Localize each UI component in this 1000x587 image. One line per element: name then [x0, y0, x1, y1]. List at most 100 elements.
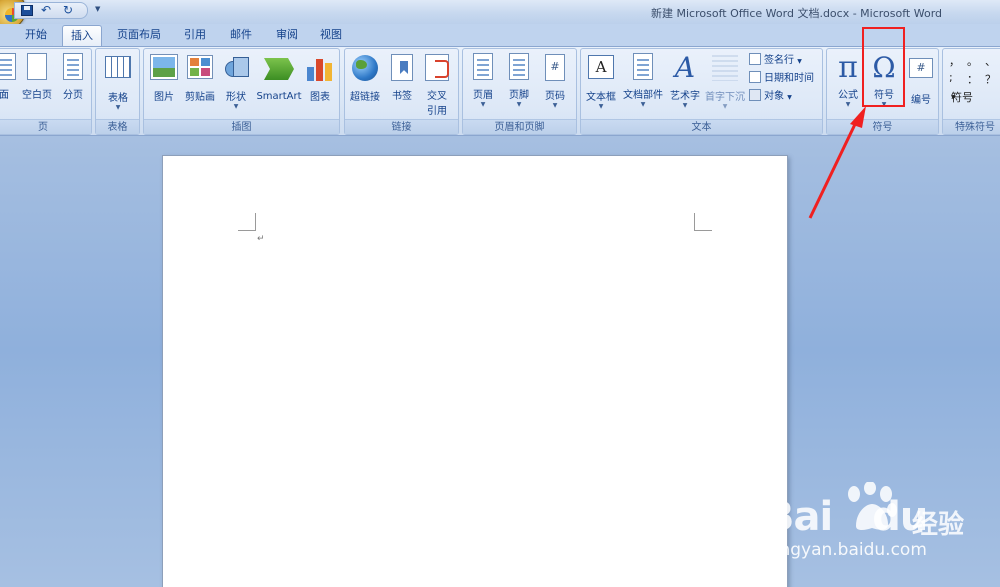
symbol-highlight-box — [862, 27, 905, 107]
group-label: 文本 — [581, 119, 822, 134]
window-title: 新建 Microsoft Office Word 文档.docx - Micro… — [651, 7, 942, 20]
ribbon-tab-row: 开始 插入 页面布局 引用 邮件 审阅 视图 — [0, 24, 1000, 46]
special-symbol-enum-comma[interactable]: 、 — [985, 53, 996, 69]
footer-button[interactable]: 页脚 ▼ — [499, 53, 539, 115]
header-icon — [473, 53, 493, 80]
hyperlink-button[interactable]: 超链接 — [345, 53, 385, 115]
quick-parts-button[interactable]: 文档部件 ▼ — [621, 53, 665, 115]
group-header-footer: 页眉 ▼ 页脚 ▼ # 页码 ▼ 页眉和页脚 — [462, 48, 577, 135]
dropdown-arrow-icon: ▼ — [516, 101, 522, 108]
bookmark-button[interactable]: 书签 — [382, 53, 422, 115]
drop-cap-icon — [712, 55, 738, 81]
cover-page-button[interactable]: 面 — [0, 53, 17, 115]
undo-icon[interactable]: ↶ — [41, 4, 53, 16]
document-page[interactable]: ↵ — [162, 155, 788, 587]
group-label: 特殊符号 — [943, 119, 1000, 134]
baidu-watermark: Bai du 经验 jingyan.baidu.com — [764, 480, 994, 570]
group-label: 页 — [0, 119, 91, 134]
cover-page-icon — [0, 53, 16, 80]
tab-references[interactable]: 引用 — [176, 25, 214, 46]
numbering-button[interactable]: # 编号 — [901, 53, 941, 115]
clipart-icon — [187, 55, 213, 79]
customize-qat-chevron-icon[interactable]: ▼ — [95, 5, 100, 13]
cross-reference-button[interactable]: 交叉 引用 — [417, 53, 457, 117]
tab-mailings[interactable]: 邮件 — [222, 25, 260, 46]
special-symbol-semicolon[interactable]: ; — [949, 71, 953, 84]
special-symbol-period[interactable]: 。 — [967, 53, 978, 69]
blank-page-icon — [27, 53, 47, 80]
pi-icon: π — [838, 50, 858, 85]
group-text: A 文本框 ▼ 文档部件 ▼ A 艺术字 ▼ 首字下沉 ▼ 签名行 ▼ 日期和时… — [580, 48, 823, 135]
dropdown-arrow-icon: ▼ — [682, 102, 688, 109]
table-icon — [105, 56, 131, 78]
save-icon[interactable] — [21, 5, 33, 16]
signature-line-icon — [749, 53, 761, 65]
shapes-button[interactable]: 形状 ▼ — [216, 53, 256, 115]
special-symbol-question[interactable]: ？ — [985, 71, 996, 87]
page-number-button[interactable]: # 页码 ▼ — [535, 53, 575, 115]
hyperlink-globe-icon — [352, 55, 378, 81]
quick-parts-icon — [633, 53, 653, 80]
smartart-icon — [264, 58, 294, 80]
tab-page-layout[interactable]: 页面布局 — [110, 25, 168, 46]
paragraph-mark-icon: ↵ — [257, 234, 265, 244]
shapes-icon — [223, 55, 249, 81]
signature-line-button[interactable]: 签名行 ▼ — [749, 53, 802, 69]
page-break-button[interactable]: 分页 — [53, 53, 93, 115]
dropdown-arrow-icon: ▼ — [598, 103, 604, 110]
margin-corner-mark — [694, 213, 712, 231]
dropdown-arrow-icon: ▼ — [640, 101, 646, 108]
title-bar: ↶ ↻ ▼ 新建 Microsoft Office Word 文档.docx -… — [0, 0, 1000, 30]
margin-corner-mark — [238, 213, 256, 231]
watermark-url: jingyan.baidu.com — [770, 540, 927, 560]
dropdown-arrow-icon: ▼ — [722, 103, 728, 110]
textbox-icon: A — [588, 55, 614, 79]
table-button[interactable]: 表格 ▼ — [98, 53, 138, 115]
tab-review[interactable]: 审阅 — [268, 25, 306, 46]
redo-icon[interactable]: ↻ — [63, 4, 75, 16]
group-label: 页眉和页脚 — [463, 119, 576, 134]
page-number-icon: # — [545, 54, 565, 81]
group-pages: 面 空白页 分页 页 — [0, 48, 92, 135]
drop-cap-button[interactable]: 首字下沉 ▼ — [703, 53, 747, 115]
group-special-symbols: ， 。 、 ; ： ？ • 符号 ▼ 特殊符号 — [942, 48, 1000, 135]
group-tables: 表格 ▼ 表格 — [95, 48, 140, 135]
watermark-brand: Bai du — [764, 494, 928, 540]
clipart-button[interactable]: 剪贴画 — [180, 53, 220, 115]
footer-icon — [509, 53, 529, 80]
cross-reference-icon — [425, 54, 449, 81]
dropdown-arrow-icon: ▼ — [552, 102, 558, 109]
wordart-button[interactable]: A 艺术字 ▼ — [665, 53, 705, 115]
tab-insert[interactable]: 插入 — [62, 25, 102, 46]
special-symbol-colon[interactable]: ： — [967, 71, 978, 87]
special-symbol-comma[interactable]: ， — [949, 53, 960, 69]
chart-icon — [306, 55, 334, 81]
group-illustrations: 图片 剪贴画 形状 ▼ SmartArt 图表 插图 — [143, 48, 340, 135]
object-button[interactable]: 对象 ▼ — [749, 89, 792, 105]
header-button[interactable]: 页眉 ▼ — [463, 53, 503, 115]
picture-icon — [150, 54, 178, 80]
quick-access-toolbar: ↶ ↻ — [14, 2, 88, 19]
watermark-suffix: 经验 — [912, 510, 965, 540]
tab-home[interactable]: 开始 — [17, 25, 55, 46]
calendar-icon — [749, 71, 761, 83]
group-links: 超链接 书签 交叉 引用 链接 — [344, 48, 459, 135]
object-icon — [749, 89, 761, 101]
textbox-button[interactable]: A 文本框 ▼ — [581, 53, 621, 115]
picture-button[interactable]: 图片 — [144, 53, 184, 115]
numbering-icon: # — [909, 58, 933, 78]
wordart-icon: A — [674, 51, 696, 84]
group-label: 表格 — [96, 119, 139, 134]
date-time-button[interactable]: 日期和时间 — [749, 71, 814, 87]
group-label: 插图 — [144, 119, 339, 134]
dropdown-arrow-icon: ▼ — [233, 103, 239, 110]
tab-view[interactable]: 视图 — [312, 25, 350, 46]
chart-button[interactable]: 图表 — [300, 53, 340, 115]
blank-page-button[interactable]: 空白页 — [17, 53, 57, 115]
annotation-arrow-icon — [808, 106, 866, 219]
smartart-button[interactable]: SmartArt — [254, 53, 304, 115]
page-break-icon — [63, 53, 83, 80]
bookmark-icon — [391, 54, 413, 81]
dropdown-arrow-icon: ▼ — [115, 104, 121, 111]
group-label: 链接 — [345, 119, 458, 134]
